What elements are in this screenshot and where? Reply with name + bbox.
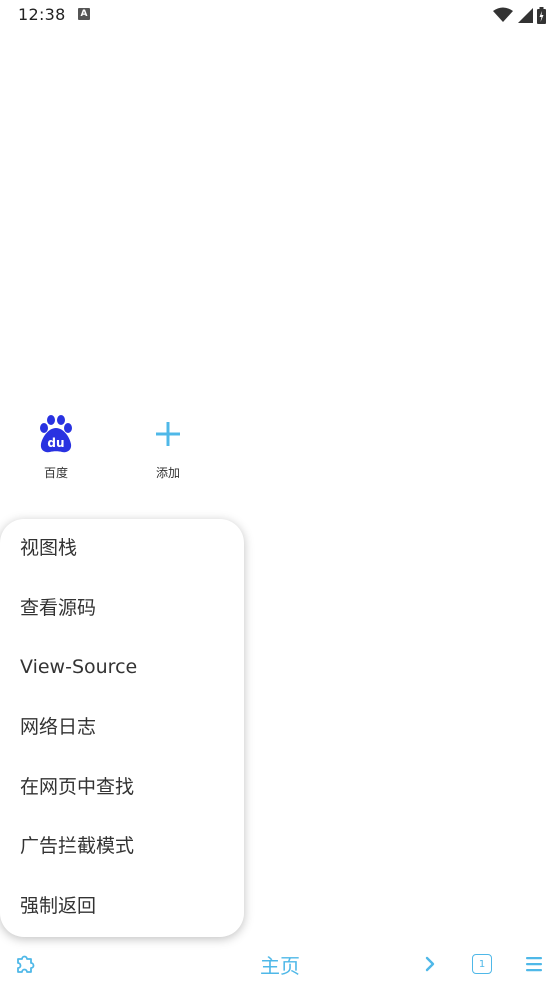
menu-item-network-log[interactable]: 网络日志	[0, 698, 244, 758]
speed-dial: du 百度 添加	[0, 410, 560, 490]
hamburger-icon	[526, 957, 542, 972]
forward-button[interactable]	[416, 948, 444, 980]
status-time: 12:38	[18, 5, 66, 24]
baidu-paw-icon: du	[40, 415, 72, 453]
wifi-icon	[493, 7, 513, 22]
tab-count: 1	[478, 958, 486, 970]
menu-item-view-page-source[interactable]: 查看源码	[0, 579, 244, 639]
home-button[interactable]: 主页	[230, 950, 330, 979]
bottom-toolbar: 主页 1	[0, 940, 560, 988]
overflow-menu: 视图栈 查看源码 View-Source 网络日志 在网页中查找 广告拦截模式 …	[0, 519, 244, 937]
speed-dial-label: 百度	[43, 466, 68, 480]
a-icon: A	[78, 8, 90, 20]
extensions-button[interactable]	[10, 948, 42, 980]
battery-icon	[537, 6, 546, 24]
menu-item-view-stack[interactable]: 视图栈	[0, 519, 244, 579]
status-icons	[493, 6, 546, 24]
svg-text:du: du	[47, 436, 64, 450]
speed-dial-label: 添加	[155, 466, 180, 480]
menu-item-find-in-page[interactable]: 在网页中查找	[0, 758, 244, 818]
menu-item-ad-block-mode[interactable]: 广告拦截模式	[0, 817, 244, 877]
main-menu-button[interactable]	[520, 948, 548, 980]
plus-icon	[156, 422, 180, 446]
menu-item-force-back[interactable]: 强制返回	[0, 877, 244, 937]
chevron-right-icon	[425, 956, 435, 972]
tabs-icon: 1	[472, 954, 492, 974]
status-bar: 12:38 A	[0, 0, 560, 32]
puzzle-icon	[17, 955, 35, 973]
speed-dial-item-add[interactable]: 添加	[123, 410, 213, 490]
tabs-button[interactable]: 1	[468, 948, 496, 980]
menu-item-view-source[interactable]: View-Source	[0, 638, 244, 698]
speed-dial-item-baidu[interactable]: du 百度	[11, 410, 101, 490]
signal-icon	[518, 8, 533, 23]
